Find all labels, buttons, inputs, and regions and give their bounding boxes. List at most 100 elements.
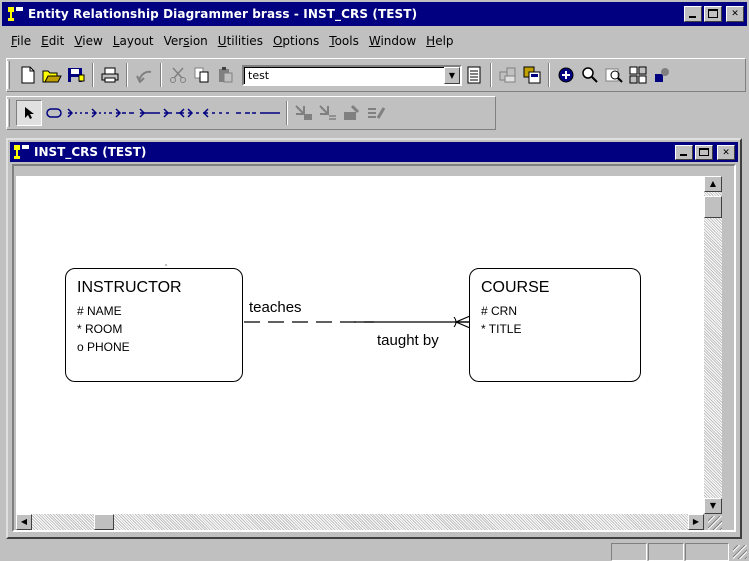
toolbar-grip[interactable] xyxy=(7,61,10,89)
toolbar-separator xyxy=(160,63,162,87)
undo-button[interactable] xyxy=(132,63,156,87)
tool-icon xyxy=(655,68,669,82)
rel-optional-optional-button[interactable] xyxy=(210,101,234,125)
rel-optional-many-button[interactable] xyxy=(66,101,90,125)
maximize-button[interactable] xyxy=(704,6,722,22)
window-controls: ✕ xyxy=(684,6,744,22)
rel-mandatory-optional-button[interactable] xyxy=(114,101,138,125)
paste-button[interactable] xyxy=(214,63,238,87)
menu-file[interactable]: File xyxy=(6,32,36,54)
app-title: Entity Relationship Diagrammer brass - I… xyxy=(28,7,418,21)
pointer-button[interactable] xyxy=(16,100,42,126)
scroll-left-button[interactable]: ◀ xyxy=(16,514,32,530)
diagram-minimize-button[interactable] xyxy=(675,144,693,160)
menu-tools[interactable]: Tools xyxy=(324,32,364,54)
menu-edit[interactable]: Edit xyxy=(36,32,69,54)
menu-help[interactable]: Help xyxy=(421,32,458,54)
status-bar xyxy=(0,541,749,561)
repository-button[interactable] xyxy=(496,63,520,87)
rel-mandatory-one-button[interactable] xyxy=(138,101,162,125)
horizontal-scrollbar[interactable]: ◀ ▶ xyxy=(16,514,704,530)
app-titlebar[interactable]: Entity Relationship Diagrammer brass - I… xyxy=(2,2,747,26)
save-button[interactable] xyxy=(64,63,88,87)
menu-options[interactable]: Options xyxy=(268,32,324,54)
rel-dashed-button[interactable] xyxy=(234,101,258,125)
properties-button[interactable] xyxy=(462,63,486,87)
pointer-icon xyxy=(25,107,34,119)
rel-optional-one-icon xyxy=(91,108,112,118)
new-button[interactable] xyxy=(16,63,40,87)
entity-tool-button[interactable] xyxy=(42,101,66,125)
menu-layout[interactable]: Layout xyxy=(108,32,159,54)
scroll-right-button[interactable]: ▶ xyxy=(688,514,704,530)
diagram-window-titlebar[interactable]: INST_CRS (TEST) ✕ xyxy=(10,142,738,162)
relationship-label-taught-by[interactable]: taught by xyxy=(377,332,439,349)
rel-optional-one-button[interactable] xyxy=(90,101,114,125)
toolbar-grip[interactable] xyxy=(7,99,10,127)
rel-many-optional-button[interactable] xyxy=(186,101,210,125)
diagram-maximize-button[interactable] xyxy=(695,144,713,160)
new-icon xyxy=(21,66,35,84)
rel-optional-optional-icon xyxy=(212,112,229,114)
autolayout-button[interactable] xyxy=(292,101,316,125)
entity-instructor[interactable]: INSTRUCTOR # NAME * ROOM o PHONE xyxy=(65,268,243,382)
close-button[interactable]: ✕ xyxy=(726,6,744,22)
zoom-in-icon xyxy=(558,67,574,83)
combo-dropdown-button[interactable]: ▼ xyxy=(444,66,460,84)
menu-bar: File Edit View Layout Version Utilities … xyxy=(6,32,459,54)
tool-button[interactable] xyxy=(650,63,674,87)
window-resize-grip[interactable] xyxy=(704,514,722,530)
menu-utilities[interactable]: Utilities xyxy=(213,32,268,54)
relationship-label-teaches[interactable]: teaches xyxy=(249,299,302,316)
status-pane xyxy=(648,543,684,561)
scroll-down-button[interactable]: ▼ xyxy=(704,498,722,514)
app-logo-icon xyxy=(8,6,24,22)
diagram-logo-icon xyxy=(14,144,30,160)
version-combo[interactable]: test ▼ xyxy=(242,64,462,86)
print-button[interactable] xyxy=(98,63,122,87)
minimize-button[interactable] xyxy=(684,6,702,22)
resize-grip-icon[interactable] xyxy=(733,545,747,559)
menu-view[interactable]: View xyxy=(69,32,107,54)
vertical-scroll-thumb[interactable] xyxy=(704,196,722,218)
zoom-fit-button[interactable] xyxy=(602,63,626,87)
annotate-button[interactable] xyxy=(364,101,388,125)
zoom-out-button[interactable] xyxy=(578,63,602,87)
entity-course[interactable]: COURSE # CRN * TITLE xyxy=(469,268,641,382)
rel-many-many-button[interactable] xyxy=(162,101,186,125)
menu-version[interactable]: Version xyxy=(159,32,213,54)
entity-icon xyxy=(46,108,62,118)
diagram-canvas[interactable]: INSTRUCTOR # NAME * ROOM o PHONE COURSE … xyxy=(16,176,704,514)
horizontal-scroll-thumb[interactable] xyxy=(94,514,114,530)
zoom-fit-icon xyxy=(605,68,623,83)
chevron-up-icon: ▲ xyxy=(709,179,717,188)
copy-icon xyxy=(194,67,209,83)
diagram-close-button[interactable]: ✕ xyxy=(717,144,735,160)
menu-window[interactable]: Window xyxy=(364,32,421,54)
rel-mandatory-optional-icon xyxy=(115,108,134,118)
navigator-button[interactable] xyxy=(626,63,650,87)
toolbar-separator xyxy=(548,63,550,87)
attribute-title: * TITLE xyxy=(481,322,522,336)
rel-solid-button[interactable] xyxy=(258,101,282,125)
arcs-button[interactable] xyxy=(316,101,340,125)
toolbar-separator xyxy=(126,63,128,87)
rel-optional-many-icon xyxy=(67,108,88,118)
copy-button[interactable] xyxy=(190,63,214,87)
vertical-scrollbar[interactable]: ▲ ▼ xyxy=(704,176,722,514)
entity-name: INSTRUCTOR xyxy=(77,279,182,296)
save-icon xyxy=(68,68,85,82)
zoom-in-button[interactable] xyxy=(554,63,578,87)
standard-toolbar: test ▼ xyxy=(6,58,746,92)
mark-icon xyxy=(344,104,360,120)
close-icon: ✕ xyxy=(731,6,739,19)
db-button[interactable] xyxy=(520,63,544,87)
mark-button[interactable] xyxy=(340,101,364,125)
open-button[interactable] xyxy=(40,63,64,87)
attribute-crn: # CRN xyxy=(481,304,518,318)
cut-button[interactable] xyxy=(166,63,190,87)
annotate-icon xyxy=(368,107,386,119)
scroll-up-button[interactable]: ▲ xyxy=(704,176,722,192)
rel-dashed-icon xyxy=(236,112,256,114)
rel-mandatory-one-icon xyxy=(139,108,160,118)
